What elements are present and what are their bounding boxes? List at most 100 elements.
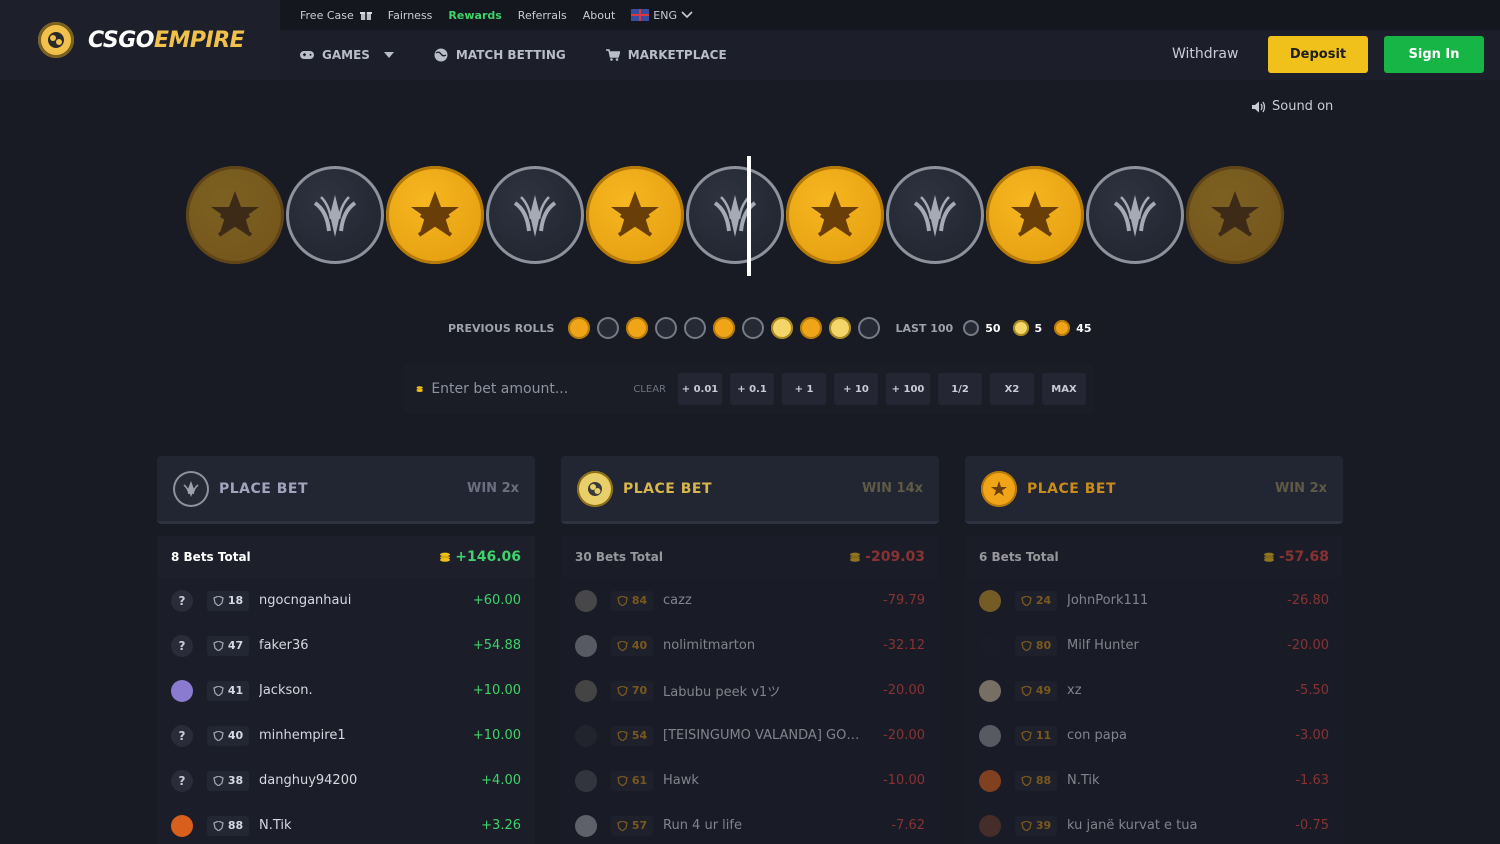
username[interactable]: ngocnganhaui <box>259 593 351 608</box>
username[interactable]: [TEISINGUMO VALANDA] GOD... <box>663 728 868 743</box>
level-badge: 24 <box>1015 590 1057 611</box>
username[interactable]: danghuy94200 <box>259 773 357 788</box>
avatar[interactable] <box>575 724 597 747</box>
username[interactable]: JohnPork111 <box>1067 593 1148 608</box>
nav-marketplace[interactable]: MARKETPLACE <box>605 48 727 62</box>
avatar[interactable]: ? <box>171 589 193 612</box>
quick-bet-button[interactable]: + 0.1 <box>730 373 774 405</box>
quick-bet-button[interactable]: + 1 <box>782 373 826 405</box>
quick-bet-button[interactable]: + 10 <box>834 373 878 405</box>
username[interactable]: Run 4 ur life <box>663 818 742 833</box>
bet-row: 61 Hawk -10.00 <box>561 758 939 803</box>
logo[interactable]: CSGOEMPIRE <box>0 0 280 80</box>
ct-coin-icon <box>486 166 584 264</box>
username[interactable]: ku janë kurvat e tua <box>1067 818 1197 833</box>
place-bet-t-button[interactable]: PLACE BET WIN 2x <box>965 456 1343 524</box>
avatar[interactable] <box>979 589 1001 612</box>
nav-games[interactable]: GAMES <box>300 48 394 62</box>
avatar[interactable]: ? <box>171 769 193 792</box>
avatar[interactable] <box>979 724 1001 747</box>
uk-flag-icon <box>631 9 650 21</box>
avatar[interactable] <box>979 769 1001 792</box>
shield-icon <box>617 595 628 606</box>
shield-icon <box>617 775 628 786</box>
bets-list: 24 JohnPork111 -26.80 80 Milf Hunter -20.00 49… <box>965 578 1343 844</box>
username[interactable]: minhempire1 <box>259 728 346 743</box>
avatar[interactable]: ? <box>171 724 193 747</box>
avatar[interactable] <box>575 589 597 612</box>
avatar[interactable] <box>575 679 597 702</box>
avatar[interactable] <box>575 634 597 657</box>
avatar[interactable] <box>979 634 1001 657</box>
t-coin-icon <box>386 166 484 264</box>
bet-amount-input[interactable] <box>431 381 606 397</box>
language-selector[interactable]: ENG <box>631 9 693 22</box>
username[interactable]: xz <box>1067 683 1082 698</box>
sign-in-button[interactable]: Sign In <box>1384 36 1484 73</box>
level-badge: 61 <box>611 770 653 791</box>
username[interactable]: N.Tik <box>1067 773 1100 788</box>
t-coin-icon <box>568 317 591 339</box>
withdraw-link[interactable]: Withdraw <box>1172 46 1238 62</box>
rewards-link[interactable]: Rewards <box>448 9 501 22</box>
level-badge: 88 <box>207 815 249 836</box>
username[interactable]: cazz <box>663 593 692 608</box>
avatar[interactable]: ? <box>171 634 193 657</box>
place-bet-bonus-button[interactable]: PLACE BET WIN 14x <box>561 456 939 524</box>
username[interactable]: N.Tik <box>259 818 292 833</box>
username[interactable]: con papa <box>1067 728 1127 743</box>
shield-icon <box>213 730 224 741</box>
t-coin-icon <box>626 317 649 339</box>
quick-bet-button[interactable]: + 0.01 <box>678 373 722 405</box>
username[interactable]: Hawk <box>663 773 699 788</box>
bonus-coin-icon <box>1012 320 1029 336</box>
free-case-link[interactable]: Free Case <box>300 9 372 22</box>
bet-amount: -1.63 <box>1295 773 1329 788</box>
bet-row: 70 Labubu peek v1ツ -20.00 <box>561 668 939 713</box>
deposit-button[interactable]: Deposit <box>1268 36 1368 73</box>
username[interactable]: nolimitmarton <box>663 638 755 653</box>
shield-icon <box>617 730 628 741</box>
ct-coin-icon <box>886 166 984 264</box>
username[interactable]: Labubu peek v1ツ <box>663 681 780 700</box>
fairness-link[interactable]: Fairness <box>388 9 433 22</box>
ct-coin-icon <box>655 317 678 339</box>
avatar[interactable] <box>979 679 1001 702</box>
shield-icon <box>1021 685 1032 696</box>
level-badge: 40 <box>207 725 249 746</box>
shield-icon <box>213 820 224 831</box>
place-bet-ct-button[interactable]: PLACE BET WIN 2x <box>157 456 535 524</box>
level-badge: 41 <box>207 680 249 701</box>
nav-match-betting[interactable]: MATCH BETTING <box>434 48 566 62</box>
ct-coin-icon <box>686 166 784 264</box>
bet-amount: -10.00 <box>883 773 925 788</box>
roulette-strip <box>186 156 1300 276</box>
bet-amount: +60.00 <box>472 593 521 608</box>
bet-amount: -79.79 <box>883 593 925 608</box>
about-link[interactable]: About <box>583 9 616 22</box>
roulette-marker <box>747 156 751 276</box>
level-badge: 18 <box>207 590 249 611</box>
quick-bet-button[interactable]: X2 <box>990 373 1034 405</box>
quick-bet-button[interactable]: + 100 <box>886 373 930 405</box>
quick-bet-button[interactable]: 1/2 <box>938 373 982 405</box>
username[interactable]: Jackson. <box>259 683 313 698</box>
shield-icon <box>213 640 224 651</box>
avatar[interactable] <box>575 769 597 792</box>
level-badge: 38 <box>207 770 249 791</box>
level-badge: 40 <box>611 635 653 656</box>
clear-button[interactable]: CLEAR <box>633 384 666 395</box>
username[interactable]: faker36 <box>259 638 309 653</box>
sound-toggle[interactable]: Sound on <box>1252 99 1333 114</box>
referrals-link[interactable]: Referrals <box>518 9 567 22</box>
avatar[interactable] <box>171 814 193 837</box>
ct-coin-icon <box>173 470 209 507</box>
bets-total: 30 Bets Total -209.03 <box>561 536 939 578</box>
quick-bet-button[interactable]: MAX <box>1042 373 1086 405</box>
avatar[interactable] <box>171 679 193 702</box>
username[interactable]: Milf Hunter <box>1067 638 1139 653</box>
t-coin-icon <box>786 166 884 264</box>
t-coin-icon <box>986 166 1084 264</box>
avatar[interactable] <box>575 814 597 837</box>
avatar[interactable] <box>979 814 1001 837</box>
